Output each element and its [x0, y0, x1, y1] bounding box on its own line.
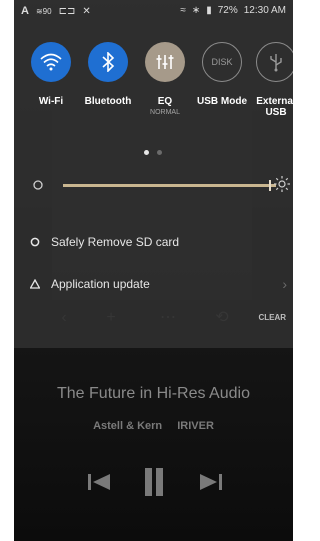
external-usb-toggle[interactable]: [256, 42, 293, 82]
notification-sd-card[interactable]: Safely Remove SD card: [14, 229, 293, 255]
external-usb-label: External USB: [256, 96, 293, 118]
brightness-low-icon: [33, 180, 43, 190]
chevron-right-icon: ›: [282, 276, 287, 292]
pause-icon[interactable]: [139, 462, 169, 502]
disk-icon: DISK: [211, 57, 233, 67]
clear-button[interactable]: CLEAR: [258, 313, 286, 322]
notification-app-update[interactable]: Application update ›: [14, 271, 293, 297]
track-title: The Future in Hi-Res Audio: [57, 385, 250, 402]
track-album: IRIVER: [177, 420, 214, 432]
page-dot-2[interactable]: [157, 150, 162, 155]
update-triangle-icon: [30, 279, 40, 289]
track-artist: Astell & Kern: [93, 420, 163, 432]
page-dot-1[interactable]: [144, 150, 149, 155]
usb-icon: [270, 54, 282, 72]
signal-label: 90: [42, 6, 52, 16]
sd-card-icon: [30, 237, 40, 247]
equalizer-icon: [156, 55, 174, 69]
bluetooth-icon: [102, 52, 115, 72]
previous-track-icon[interactable]: [84, 462, 114, 502]
battery-percent: 72%: [217, 5, 238, 16]
eq-label: EQ: [157, 96, 173, 107]
bluetooth-toggle[interactable]: [88, 42, 128, 82]
bluetooth-icon: ∗: [191, 5, 201, 16]
brightness-high-icon: [274, 176, 290, 192]
bluetooth-label: Bluetooth: [84, 96, 132, 107]
notification-text: Application update: [51, 277, 150, 291]
usb-mode-toggle[interactable]: DISK: [202, 42, 242, 82]
wifi-label: Wi-Fi: [38, 96, 64, 107]
cast-icon: ⊏⊐: [58, 5, 76, 17]
brightness-slider-thumb[interactable]: [268, 180, 271, 191]
brightness-slider[interactable]: [63, 184, 276, 187]
shuffle-icon: ✕: [82, 5, 91, 17]
notification-shade: A ≋90 ⊏⊐ ✕ ≈ ∗ ▮ 72% 12:30 AM DISK Wi-Fi…: [14, 0, 293, 348]
wifi-icon: ≈: [180, 5, 186, 16]
eq-sublabel: NORMAL: [150, 109, 180, 116]
track-meta: Astell & Kern IRIVER: [14, 420, 293, 432]
battery-icon: ▮: [206, 5, 212, 16]
wifi-toggle[interactable]: [31, 42, 71, 82]
notification-text: Safely Remove SD card: [51, 235, 180, 249]
usb-mode-label: USB Mode: [197, 96, 247, 107]
clock: 12:30 AM: [243, 5, 286, 16]
signal-90-icon: ≋90: [35, 6, 52, 16]
next-track-icon[interactable]: [196, 462, 226, 502]
page-indicator: [144, 150, 162, 155]
wifi-icon: [40, 53, 62, 71]
a-icon: A: [21, 5, 29, 17]
eq-toggle[interactable]: [145, 42, 185, 82]
status-bar: A ≋90 ⊏⊐ ✕ ≈ ∗ ▮ 72% 12:30 AM: [14, 0, 293, 22]
device-screen: ‹ + ⋯ ⟲ ✕ The Future in Hi-Res Audio Ast…: [14, 0, 293, 541]
